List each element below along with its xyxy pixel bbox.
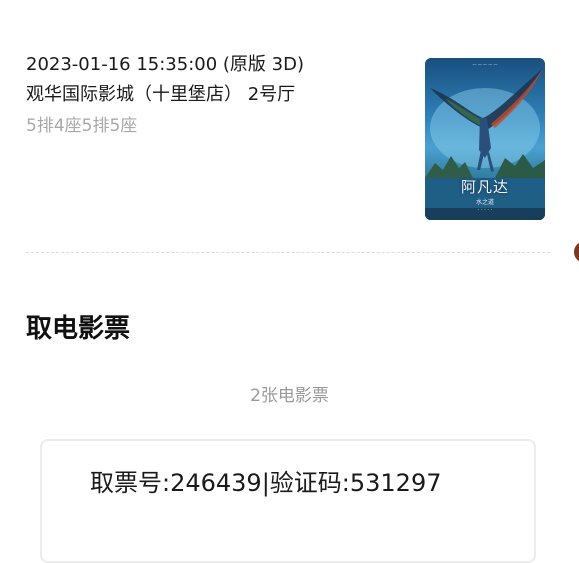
showtime-text: 2023-01-16 15:35:00 (原版 3D) <box>26 54 304 75</box>
movie-info: 2023-01-16 15:35:00 (原版 3D) 观华国际影城（十里堡店）… <box>26 52 406 138</box>
poster-subtitle: 水之道 <box>475 199 494 206</box>
poster-title: 阿凡达 <box>460 178 509 196</box>
poster-date: · · · · · <box>477 207 493 213</box>
seat-info: 5排4座5排5座 <box>26 116 138 136</box>
section-title: 取电影票 <box>26 314 131 344</box>
cinema-name: 观华国际影城（十里堡店） 2号厅 <box>26 84 296 105</box>
dashed-divider <box>26 252 550 253</box>
movie-poster[interactable]: — — — — — 阿凡达 水之道 · · · · · <box>425 58 545 220</box>
ticket-code-text: 取票号:246439|验证码:531297 <box>90 469 442 497</box>
poster-top-text: — — — — — <box>472 62 498 67</box>
ticket-count: 2张电影票 <box>250 386 329 406</box>
ticket-notch <box>574 241 579 263</box>
ticket-code-card[interactable]: 取票号:246439|验证码:531297 <box>40 439 536 563</box>
